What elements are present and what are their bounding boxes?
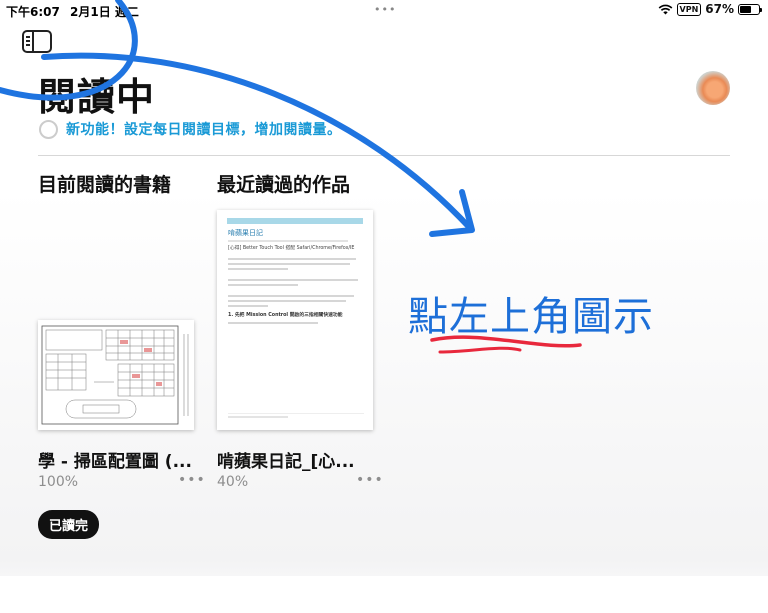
annotation-text: 點左上角圖示 bbox=[408, 294, 654, 340]
annotation-underline bbox=[438, 346, 522, 354]
cover-body-lines bbox=[228, 258, 362, 310]
annotation-arrow-head bbox=[429, 189, 475, 237]
progress-ring-icon bbox=[39, 119, 58, 139]
wifi-icon bbox=[658, 4, 672, 14]
section-recent-reads: 最近讀過的作品 bbox=[217, 174, 351, 196]
book-title[interactable]: 啃蘋果日記_[心... bbox=[217, 447, 355, 472]
cover-heading: 1. 先把 Mission Control 開啟的三指相關快速功能 bbox=[228, 313, 343, 318]
more-options-icon[interactable]: ••• bbox=[178, 472, 206, 488]
book-cover-floorplan[interactable] bbox=[38, 320, 194, 430]
cover-line bbox=[228, 322, 318, 324]
finished-badge[interactable]: 已讀完 bbox=[38, 510, 100, 539]
more-options-icon[interactable]: ••• bbox=[356, 472, 384, 488]
status-time: 下午6:07 bbox=[6, 5, 60, 19]
section-current-reading: 目前閱讀的書籍 bbox=[38, 174, 172, 196]
avatar[interactable] bbox=[696, 71, 730, 105]
cover-footer bbox=[228, 416, 288, 418]
book-title[interactable]: 學 - 掃區配置圖 (... bbox=[38, 447, 192, 472]
banner-text: 新功能！設定每日閱讀目標，增加閱讀量。 bbox=[66, 122, 342, 138]
book-progress: 100% bbox=[38, 474, 79, 490]
status-indicators: VPN 67% bbox=[658, 2, 762, 16]
cover-header-text: 啃蘋果日記 bbox=[228, 229, 263, 237]
book-cover-document[interactable]: 啃蘋果日記 [心得] Better Touch Tool 搭配 Safari/C… bbox=[217, 210, 373, 430]
cover-header-bar bbox=[227, 218, 363, 224]
book-progress: 40% bbox=[217, 474, 249, 490]
floorplan-thumbnail bbox=[41, 325, 189, 425]
daily-goal-banner[interactable]: 新功能！設定每日閱讀目標，增加閱讀量。 bbox=[39, 119, 342, 139]
battery-icon bbox=[738, 3, 762, 15]
divider bbox=[38, 155, 730, 156]
multitasking-dots-icon[interactable]: ••• bbox=[374, 3, 396, 16]
vpn-badge: VPN bbox=[676, 2, 702, 16]
status-time-date: 下午6:07 2月1日 週二 bbox=[6, 3, 145, 20]
page-title: 閱讀中 bbox=[38, 75, 156, 119]
cover-line bbox=[228, 240, 348, 242]
sidebar-toggle-icon[interactable] bbox=[22, 30, 52, 53]
status-date: 2月1日 週二 bbox=[70, 5, 139, 19]
cover-subtitle: [心得] Better Touch Tool 搭配 Safari/Chrome/… bbox=[228, 246, 355, 251]
cover-footer-line bbox=[228, 413, 364, 414]
battery-percent: 67% bbox=[705, 2, 734, 16]
